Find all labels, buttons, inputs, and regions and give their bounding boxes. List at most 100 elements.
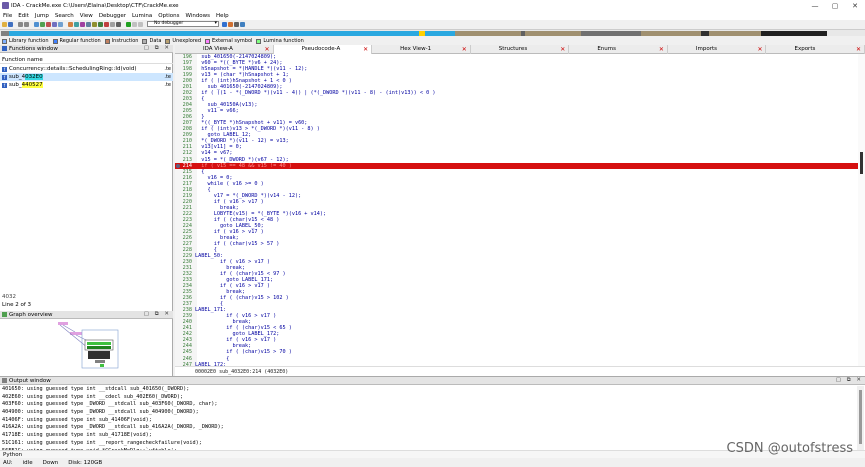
struct-icon[interactable]	[80, 21, 85, 27]
menu-search[interactable]: Search	[55, 13, 74, 19]
tab-imports[interactable]: Imports ✕	[668, 45, 767, 54]
close-button[interactable]: ✕	[845, 2, 865, 10]
breakpoint-icon[interactable]	[176, 163, 180, 168]
code-scrollbar[interactable]	[858, 54, 865, 366]
status-disk: Disk: 120GB	[68, 459, 103, 466]
tab-ida-view-a[interactable]: IDA View-A ✕	[175, 45, 274, 54]
menu-jump[interactable]: Jump	[35, 13, 49, 19]
data-icon[interactable]	[116, 21, 121, 27]
output-scrollbar[interactable]	[857, 386, 864, 450]
menu-options[interactable]: Options	[158, 13, 179, 19]
close-icon[interactable]: ✕	[856, 45, 861, 54]
copy-icon[interactable]	[34, 21, 39, 27]
output-line: 401650: using guessed type int __stdcall…	[2, 386, 190, 392]
menu-help[interactable]: Help	[216, 13, 229, 19]
graph-overview-icon	[2, 312, 7, 317]
quick-filter-text[interactable]: 4032	[2, 294, 16, 300]
func-icon[interactable]	[98, 21, 103, 27]
menu-windows[interactable]: Windows	[185, 13, 210, 19]
navigation-band-map[interactable]	[1, 31, 827, 36]
function-row-selected[interactable]: f sub_4 032E0 .te	[0, 73, 173, 81]
output-window-icon	[2, 378, 7, 383]
panel-controls[interactable]: ▢ ⧉ ✕	[144, 45, 171, 52]
search-match: 032E0	[25, 74, 43, 80]
legend-item: Regular function	[52, 38, 101, 44]
tab-structures[interactable]: Structures ✕	[471, 45, 570, 54]
tab-hex-view-1[interactable]: Hex View-1 ✕	[372, 45, 471, 54]
function-row[interactable]: f sub_ 440527 .te	[0, 81, 173, 89]
run-icon[interactable]	[126, 21, 131, 27]
close-icon[interactable]: ✕	[265, 45, 270, 54]
save-icon[interactable]	[8, 21, 13, 27]
ida-app-icon	[2, 2, 9, 9]
menu-file[interactable]: File	[3, 13, 12, 19]
minimize-button[interactable]: —	[805, 2, 825, 10]
legend-swatch	[142, 38, 148, 44]
menu-edit[interactable]: Edit	[18, 13, 29, 19]
code-lines[interactable]: 196 sub_401650(-2147024809); 197 v60 = *(…	[175, 54, 858, 366]
view-tabs: IDA View-A ✕ Pseudocode-A ✕ Hex View-1 ✕ St…	[175, 45, 865, 54]
cut-icon[interactable]	[46, 21, 51, 27]
tab-enums[interactable]: Enums ✕	[569, 45, 668, 54]
scrollbar-thumb[interactable]	[860, 152, 863, 174]
tab-pseudocode-a[interactable]: Pseudocode-A ✕	[273, 45, 373, 54]
lumina-icon[interactable]	[234, 21, 239, 27]
line-info: Line 2 of 3	[2, 302, 32, 308]
close-icon[interactable]: ✕	[363, 45, 368, 54]
close-icon[interactable]: ✕	[659, 45, 664, 54]
status-direction: Down	[42, 459, 59, 466]
close-icon[interactable]: ✕	[757, 45, 762, 54]
close-icon[interactable]: ✕	[462, 45, 467, 54]
legend-item: Unexplored	[165, 38, 201, 44]
output-line: 41718E: using guessed type int sub_41718…	[2, 432, 152, 439]
function-icon: f	[2, 66, 7, 72]
text-search-icon[interactable]	[58, 21, 63, 27]
enum-icon[interactable]	[86, 21, 91, 27]
pull-icon[interactable]	[240, 21, 245, 27]
search-icon[interactable]	[52, 21, 57, 27]
legend-item: Library function	[2, 38, 49, 44]
title-bar: IDA - CrackMe.exe C:\Users\Elaina\Deskto…	[0, 0, 865, 11]
pause-icon[interactable]	[132, 21, 137, 27]
scrollbar-thumb[interactable]	[859, 390, 862, 444]
window-title: IDA - CrackMe.exe C:\Users\Elaina\Deskto…	[11, 2, 179, 9]
toolbar: No debugger	[0, 20, 865, 28]
output-line: 403F60: using guessed type _DWORD __stdc…	[2, 401, 218, 408]
output-window-header: Output window ▢ ⧉ ✕	[0, 377, 865, 385]
menu-view[interactable]: View	[80, 13, 93, 19]
segment-icon[interactable]	[74, 21, 79, 27]
function-name-column-header[interactable]: Function name	[0, 56, 173, 64]
debugger-select[interactable]: No debugger	[147, 21, 219, 27]
status-state: idle	[22, 459, 33, 466]
function-row[interactable]: f Concurrency::details::SchedulingRing::…	[0, 65, 173, 73]
step-icon[interactable]	[228, 21, 233, 27]
menu-lumina[interactable]: Lumina	[132, 13, 152, 19]
navigation-band[interactable]	[0, 29, 865, 36]
panel-controls[interactable]: ▢ ⧉ ✕	[836, 377, 863, 384]
maximize-button[interactable]: ▢	[825, 2, 845, 10]
status-au: AU:	[3, 459, 13, 466]
watermark-text: CSDN @outofstress	[726, 441, 854, 456]
name-icon[interactable]	[92, 21, 97, 27]
menu-debugger[interactable]: Debugger	[99, 13, 126, 19]
close-icon[interactable]: ✕	[560, 45, 565, 54]
graph-overview-canvas[interactable]	[0, 320, 172, 375]
graph-icon[interactable]	[68, 21, 73, 27]
code-icon[interactable]	[110, 21, 115, 27]
graph-overview-window[interactable]: Graph overview ▢ ⧉ ✕	[0, 311, 173, 376]
legend-swatch	[256, 38, 262, 44]
legend-swatch	[2, 38, 7, 44]
paste-icon[interactable]	[40, 21, 45, 27]
panel-controls[interactable]: ▢ ⧉ ✕	[144, 311, 171, 318]
legend-item: External symbol	[205, 38, 252, 44]
undefine-icon[interactable]	[104, 21, 109, 27]
tab-exports[interactable]: Exports ✕	[766, 45, 865, 54]
stop-icon[interactable]	[138, 21, 143, 27]
open-icon[interactable]	[2, 21, 7, 27]
back-icon[interactable]	[18, 21, 23, 27]
forward-icon[interactable]	[24, 21, 29, 27]
legend-swatch	[205, 38, 211, 44]
attach-icon[interactable]	[222, 21, 227, 27]
output-line: 404900: using guessed type _DWORD __stdc…	[2, 409, 199, 416]
output-line: 402E60: using guessed type int __cdecl s…	[2, 393, 184, 400]
